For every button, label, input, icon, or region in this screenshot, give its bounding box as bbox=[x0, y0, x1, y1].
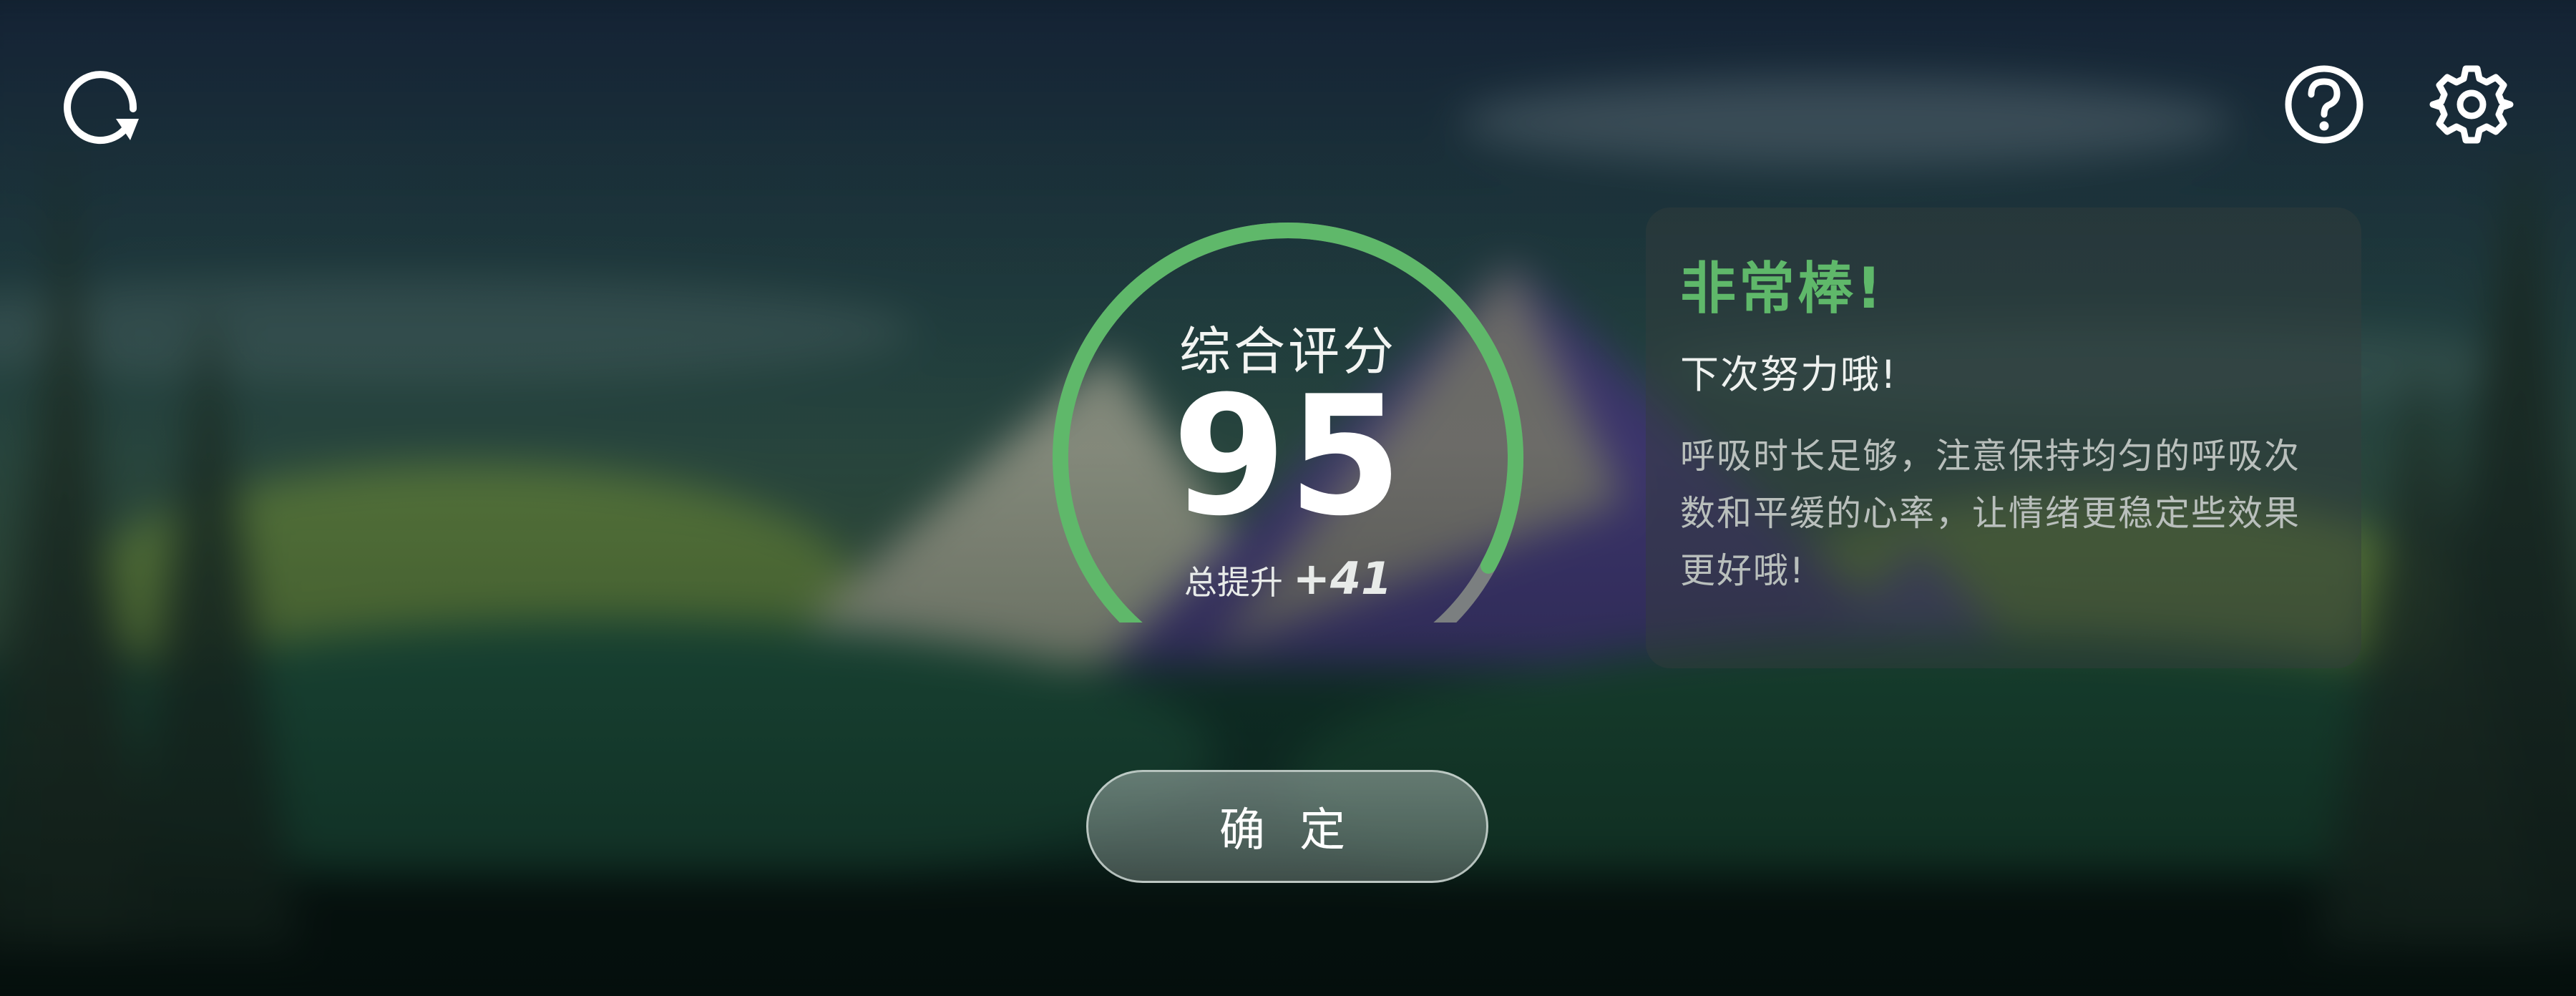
feedback-body: 呼吸时长足够，注意保持均匀的呼吸次 数和平缓的心率，让情绪更稳定些效果 更好哦! bbox=[1680, 428, 2327, 600]
improvement-value: +41 bbox=[1292, 552, 1392, 605]
feedback-body-line: 数和平缓的心率，让情绪更稳定些效果 bbox=[1680, 493, 2301, 534]
feedback-title: 非常棒! bbox=[1680, 257, 1885, 321]
feedback-body-line: 呼吸时长足够，注意保持均匀的呼吸次 bbox=[1680, 436, 2301, 477]
improvement-label: 总提升 bbox=[1184, 563, 1283, 602]
confirm-button[interactable]: 确 定 bbox=[1086, 770, 1488, 883]
refresh-icon[interactable] bbox=[59, 60, 147, 149]
result-screen: 综合评分 95 总提升 +41 非常棒! 下次努力哦! 呼吸时长足够，注意保持均匀… bbox=[0, 0, 2576, 996]
gear-icon[interactable] bbox=[2427, 60, 2516, 149]
score-value: 95 bbox=[1171, 361, 1405, 552]
question-circle-icon[interactable] bbox=[2280, 60, 2368, 149]
score-improvement: 总提升 +41 bbox=[1039, 552, 1537, 605]
score-gauge: 综合评分 95 总提升 +41 bbox=[1039, 222, 1537, 622]
feedback-body-line: 更好哦! bbox=[1680, 550, 1805, 591]
feedback-subtitle: 下次努力哦! bbox=[1680, 352, 1898, 397]
feedback-card: 非常棒! 下次努力哦! 呼吸时长足够，注意保持均匀的呼吸次 数和平缓的心率，让情… bbox=[1646, 208, 2361, 668]
